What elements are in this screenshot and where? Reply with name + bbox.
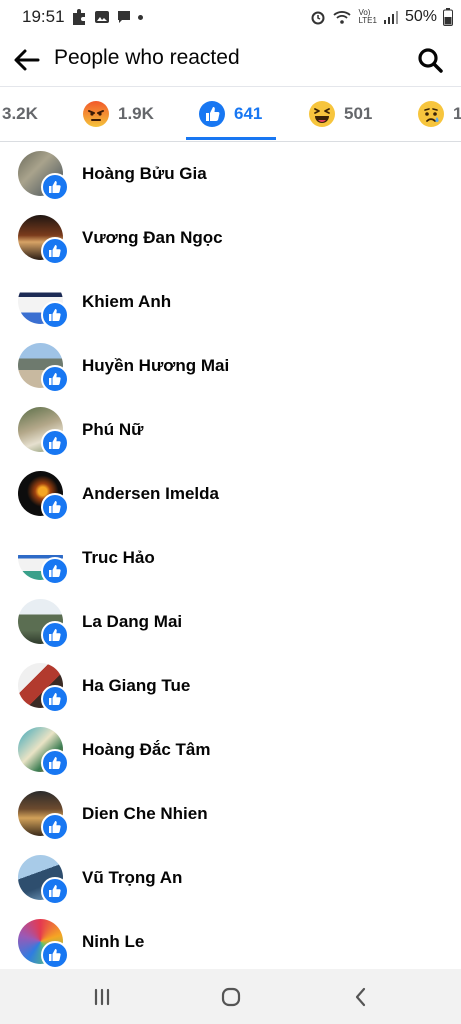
system-nav-bar xyxy=(0,969,461,1024)
search-icon[interactable] xyxy=(416,46,444,74)
battery-percent: 50% xyxy=(404,8,437,25)
dot-icon xyxy=(138,14,143,20)
like-badge-icon xyxy=(41,621,69,649)
list-item[interactable]: Phú Nữ xyxy=(0,398,461,462)
list-item[interactable]: Andersen Imelda xyxy=(0,462,461,526)
like-badge-icon xyxy=(41,301,69,329)
like-icon xyxy=(199,101,225,127)
sad-icon xyxy=(418,101,444,127)
battery-icon xyxy=(443,8,453,26)
list-item[interactable]: Ninh Le xyxy=(0,910,461,974)
back-arrow-icon[interactable] xyxy=(12,46,42,74)
tab-like-count: 641 xyxy=(234,104,263,123)
like-badge-icon xyxy=(41,237,69,265)
wifi-icon xyxy=(333,11,352,24)
tab-like[interactable]: 641 xyxy=(198,87,262,141)
page-title: People who reacted xyxy=(54,46,240,69)
message-icon xyxy=(118,11,130,23)
home-icon[interactable] xyxy=(217,983,245,1011)
like-badge-icon xyxy=(41,365,69,393)
tab-angry[interactable]: 1.9K xyxy=(82,87,154,141)
person-name[interactable]: La Dang Mai xyxy=(82,612,182,632)
like-badge-icon xyxy=(41,877,69,905)
like-badge-icon xyxy=(41,941,69,969)
like-badge-icon xyxy=(41,173,69,201)
like-badge-icon xyxy=(41,813,69,841)
tab-sad[interactable]: 1 xyxy=(417,87,461,141)
list-item[interactable]: Hoàng Đắc Tâm xyxy=(0,718,461,782)
list-item[interactable]: Khiem Anh xyxy=(0,270,461,334)
tab-angry-count: 1.9K xyxy=(118,104,154,123)
status-bar: 19:51 Vo) LTE1 50% xyxy=(0,0,461,34)
image-icon xyxy=(95,11,109,23)
list-item[interactable]: Vũ Trọng An xyxy=(0,846,461,910)
tab-all[interactable]: 3.2K xyxy=(2,87,38,141)
like-badge-icon xyxy=(41,749,69,777)
haha-icon xyxy=(309,101,335,127)
person-name[interactable]: Phú Nữ xyxy=(82,420,143,440)
status-time: 19:51 xyxy=(22,7,65,26)
list-item[interactable]: Dien Che Nhien xyxy=(0,782,461,846)
list-item[interactable]: Truc Hảo xyxy=(0,526,461,590)
signal-icon xyxy=(383,11,398,24)
like-badge-icon xyxy=(41,557,69,585)
angry-icon xyxy=(83,101,109,127)
person-name[interactable]: Andersen Imelda xyxy=(82,484,219,504)
alarm-icon xyxy=(311,11,325,25)
recent-apps-icon[interactable] xyxy=(88,983,116,1011)
person-name[interactable]: Ha Giang Tue xyxy=(82,676,190,696)
back-nav-icon[interactable] xyxy=(347,983,375,1011)
list-item[interactable]: Hoàng Bửu Gia xyxy=(0,142,461,206)
app-header: People who reacted xyxy=(0,34,461,86)
volte-icon: Vo) LTE1 xyxy=(358,9,377,25)
person-name[interactable]: Huyền Hương Mai xyxy=(82,356,229,376)
person-name[interactable]: Vũ Trọng An xyxy=(82,868,182,888)
volte-line2: LTE1 xyxy=(358,16,377,25)
person-name[interactable]: Ninh Le xyxy=(82,932,144,952)
person-name[interactable]: Hoàng Bửu Gia xyxy=(82,164,207,184)
reaction-tabs: 3.2K 1.9K 641 501 1 xyxy=(0,86,461,142)
person-name[interactable]: Khiem Anh xyxy=(82,292,171,312)
list-item[interactable]: La Dang Mai xyxy=(0,590,461,654)
active-tab-indicator xyxy=(186,137,276,140)
tab-all-count: 3.2K xyxy=(2,104,38,123)
list-item[interactable]: Vương Đan Ngọc xyxy=(0,206,461,270)
person-name[interactable]: Truc Hảo xyxy=(82,548,155,568)
like-badge-icon xyxy=(41,493,69,521)
person-name[interactable]: Dien Che Nhien xyxy=(82,804,208,824)
person-name[interactable]: Vương Đan Ngọc xyxy=(82,228,223,248)
like-badge-icon xyxy=(41,429,69,457)
puzzle-icon xyxy=(73,9,85,25)
tab-haha-count: 501 xyxy=(344,104,373,123)
tab-sad-count: 1 xyxy=(453,104,461,123)
people-list: Hoàng Bửu Gia Vương Đan Ngọc Khiem Anh H… xyxy=(0,142,461,974)
list-item[interactable]: Ha Giang Tue xyxy=(0,654,461,718)
person-name[interactable]: Hoàng Đắc Tâm xyxy=(82,740,210,760)
like-badge-icon xyxy=(41,685,69,713)
tab-haha[interactable]: 501 xyxy=(308,87,372,141)
list-item[interactable]: Huyền Hương Mai xyxy=(0,334,461,398)
